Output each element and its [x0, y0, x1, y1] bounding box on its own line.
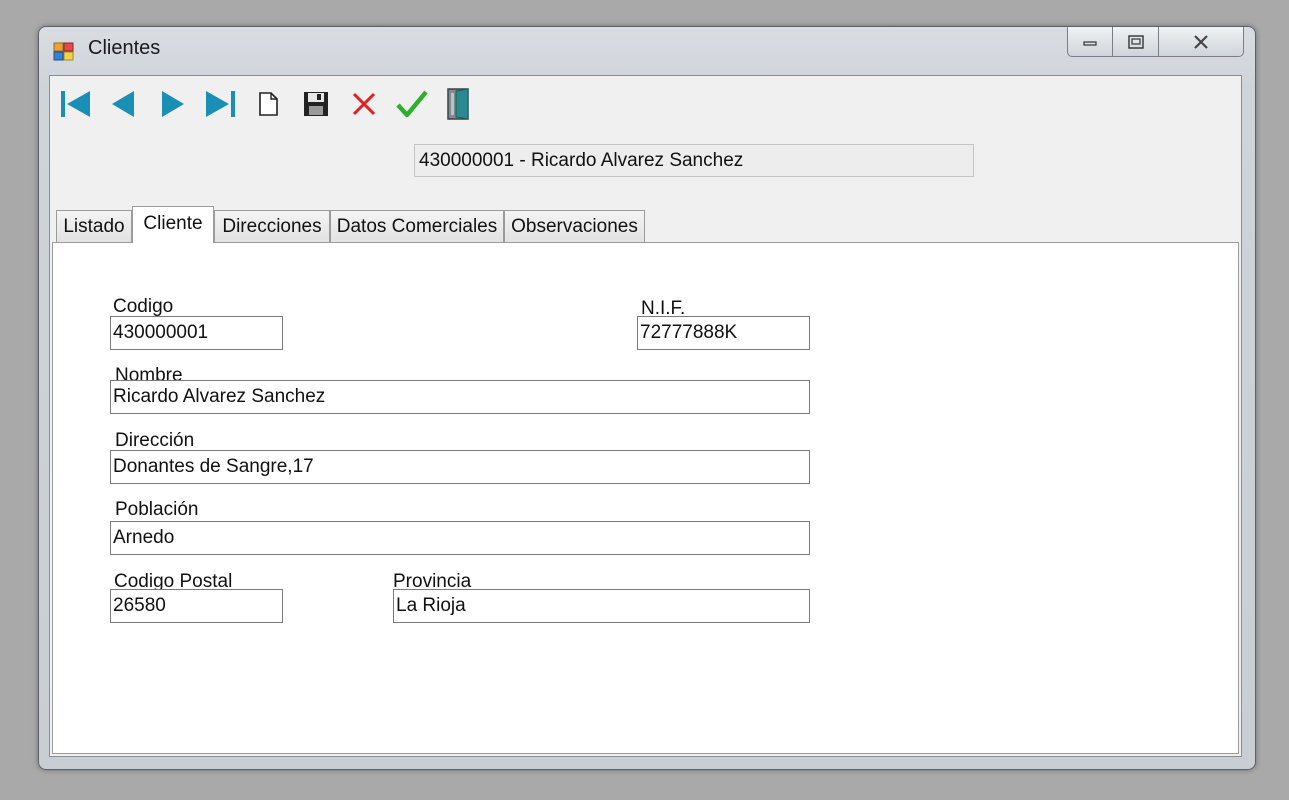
restore-button[interactable] — [1113, 27, 1159, 57]
cliente-tab-panel: Codigo 430000001 N.I.F. 72777888K Nombre… — [52, 242, 1239, 754]
green-check-icon — [396, 90, 428, 118]
restore-icon — [1127, 34, 1144, 49]
toolbar — [58, 86, 490, 122]
floppy-disk-icon — [304, 92, 328, 116]
form-client-area: 430000001 - Ricardo Alvarez Sanchez List… — [49, 75, 1242, 757]
previous-record-button[interactable] — [106, 86, 142, 122]
poblacion-label: Población — [115, 499, 199, 520]
previous-icon — [112, 91, 134, 117]
codigo-postal-field[interactable]: 26580 — [110, 589, 283, 623]
last-icon — [206, 91, 235, 117]
direccion-label: Dirección — [115, 430, 195, 451]
close-button[interactable] — [1159, 27, 1244, 57]
title-bar[interactable]: Clientes — [39, 27, 1255, 75]
exit-button[interactable] — [442, 86, 478, 122]
direccion-field[interactable]: Donantes de Sangre,17 — [110, 450, 810, 484]
new-document-icon — [259, 92, 278, 116]
next-icon — [162, 91, 184, 117]
tab-datos-comerciales[interactable]: Datos Comerciales — [330, 210, 504, 242]
caption-buttons — [1067, 27, 1244, 59]
minimize-button[interactable] — [1067, 27, 1113, 57]
nif-field[interactable]: 72777888K — [637, 316, 810, 350]
tab-direcciones[interactable]: Direcciones — [214, 210, 330, 242]
last-record-button[interactable] — [202, 86, 238, 122]
red-x-icon — [352, 92, 376, 116]
accept-button[interactable] — [394, 86, 430, 122]
app-icon — [53, 41, 75, 61]
clientes-window: Clientes 430000001 - Ricardo Alvarez San… — [38, 26, 1256, 770]
codigo-label: Codigo — [113, 296, 174, 317]
new-record-button[interactable] — [250, 86, 286, 122]
save-record-button[interactable] — [298, 86, 334, 122]
poblacion-field[interactable]: Arnedo — [110, 521, 810, 555]
first-icon — [61, 91, 90, 117]
tab-listado[interactable]: Listado — [56, 210, 132, 242]
record-header: 430000001 - Ricardo Alvarez Sanchez — [414, 144, 974, 177]
next-record-button[interactable] — [154, 86, 190, 122]
window-title: Clientes — [88, 37, 161, 59]
minimize-icon — [1083, 40, 1097, 46]
first-record-button[interactable] — [58, 86, 94, 122]
door-exit-icon — [447, 88, 469, 120]
close-icon — [1194, 34, 1208, 49]
nombre-field[interactable]: Ricardo Alvarez Sanchez — [110, 380, 810, 414]
tab-observaciones[interactable]: Observaciones — [504, 210, 645, 242]
codigo-field[interactable]: 430000001 — [110, 316, 283, 350]
tab-cliente[interactable]: Cliente — [132, 206, 214, 243]
delete-record-button[interactable] — [346, 86, 382, 122]
provincia-field[interactable]: La Rioja — [393, 589, 810, 623]
